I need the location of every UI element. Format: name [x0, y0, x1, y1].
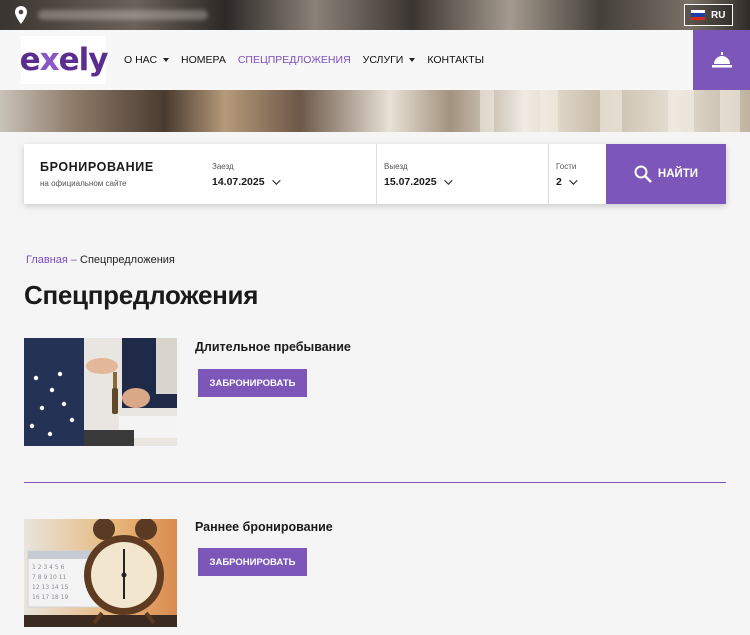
checkin-field[interactable]: Заезд 14.07.2025 — [212, 144, 376, 204]
guests-count: 2 — [556, 176, 562, 188]
breadcrumb-home[interactable]: Главная — [26, 254, 68, 266]
russia-flag-icon — [691, 10, 705, 20]
search-icon — [634, 165, 652, 183]
nav-item-contacts[interactable]: КОНТАКТЫ — [427, 54, 484, 66]
breadcrumb-separator: – — [70, 254, 77, 266]
language-label: RU — [711, 9, 726, 21]
nav-label: УСЛУГИ — [362, 54, 404, 66]
nav-label: НОМЕРА — [181, 54, 226, 66]
guests-field[interactable]: Гости 2 — [556, 144, 606, 204]
booking-widget: БРОНИРОВАНИЕ на официальном сайте Заезд … — [24, 144, 726, 204]
chevron-down-icon — [569, 176, 578, 185]
language-switcher[interactable]: RU — [684, 4, 733, 26]
svg-text:12 13 14 15: 12 13 14 15 — [32, 584, 68, 591]
checkout-label: Выезд — [384, 162, 408, 171]
checkout-value: 15.07.2025 — [384, 176, 453, 188]
checkin-date: 14.07.2025 — [212, 176, 265, 188]
offer-title: Раннее бронирование — [195, 520, 333, 534]
checkin-label: Заезд — [212, 162, 234, 171]
nav-item-special-offers[interactable]: СПЕЦПРЕДЛОЖЕНИЯ — [238, 54, 351, 66]
blurred-address — [38, 10, 208, 20]
hero-banner — [0, 90, 750, 132]
offer-card: Длительное пребывание ЗАБРОНИРОВАТЬ — [24, 338, 726, 446]
location-pin-icon[interactable] — [14, 6, 28, 24]
caret-down-icon — [163, 58, 170, 62]
divider — [548, 144, 549, 204]
svg-text:16 17 18 19: 16 17 18 19 — [32, 594, 68, 601]
site-header: exely О НАС НОМЕРА СПЕЦПРЕДЛОЖЕНИЯ УСЛУГ… — [0, 30, 750, 90]
nav-label: СПЕЦПРЕДЛОЖЕНИЯ — [237, 54, 351, 66]
guests-value: 2 — [556, 176, 578, 188]
offer-card: 1 2 3 4 5 6 7 8 9 10 11 12 13 14 15 16 1… — [24, 519, 726, 627]
service-bell-icon — [711, 52, 732, 68]
nav-item-services[interactable]: УСЛУГИ — [363, 54, 416, 66]
main-nav: О НАС НОМЕРА СПЕЦПРЕДЛОЖЕНИЯ УСЛУГИ КОНТ… — [124, 30, 496, 90]
checkout-field[interactable]: Выезд 15.07.2025 — [384, 144, 548, 204]
breadcrumb: Главная – Спецпредложения — [26, 254, 175, 266]
breadcrumb-current: Спецпредложения — [80, 254, 175, 266]
search-label: НАЙТИ — [657, 168, 699, 180]
booking-subtitle: на официальном сайте — [40, 179, 127, 188]
top-bar: RU — [0, 0, 750, 30]
svg-text:1 2 3 4 5 6: 1 2 3 4 5 6 — [32, 564, 65, 571]
offer-divider — [24, 482, 726, 483]
offer-image-keys[interactable] — [24, 338, 177, 446]
guests-label: Гости — [556, 162, 577, 171]
chevron-down-icon — [443, 176, 453, 185]
book-button[interactable]: ЗАБРОНИРОВАТЬ — [198, 548, 307, 576]
nav-item-about[interactable]: О НАС — [124, 54, 170, 66]
checkout-date: 15.07.2025 — [384, 176, 437, 188]
logo-text: exely — [19, 42, 109, 78]
offer-title: Длительное пребывание — [195, 340, 351, 354]
search-button[interactable]: НАЙТИ — [606, 144, 726, 204]
divider — [376, 144, 377, 204]
logo-x: x — [39, 42, 60, 78]
checkin-value: 14.07.2025 — [212, 176, 281, 188]
nav-label: О НАС — [124, 54, 158, 66]
svg-text:7 8 9 10 11: 7 8 9 10 11 — [32, 574, 67, 581]
caret-down-icon — [409, 58, 416, 62]
offer-image-clock[interactable]: 1 2 3 4 5 6 7 8 9 10 11 12 13 14 15 16 1… — [24, 519, 177, 627]
book-button[interactable]: ЗАБРОНИРОВАТЬ — [198, 369, 307, 397]
booking-bell-button[interactable] — [693, 30, 750, 90]
booking-title: БРОНИРОВАНИЕ — [40, 160, 154, 174]
logo[interactable]: exely — [19, 36, 109, 84]
chevron-down-icon — [271, 176, 281, 185]
nav-label: КОНТАКТЫ — [427, 54, 485, 66]
page-title: Спецпредложения — [24, 280, 259, 310]
nav-item-rooms[interactable]: НОМЕРА — [181, 54, 226, 66]
